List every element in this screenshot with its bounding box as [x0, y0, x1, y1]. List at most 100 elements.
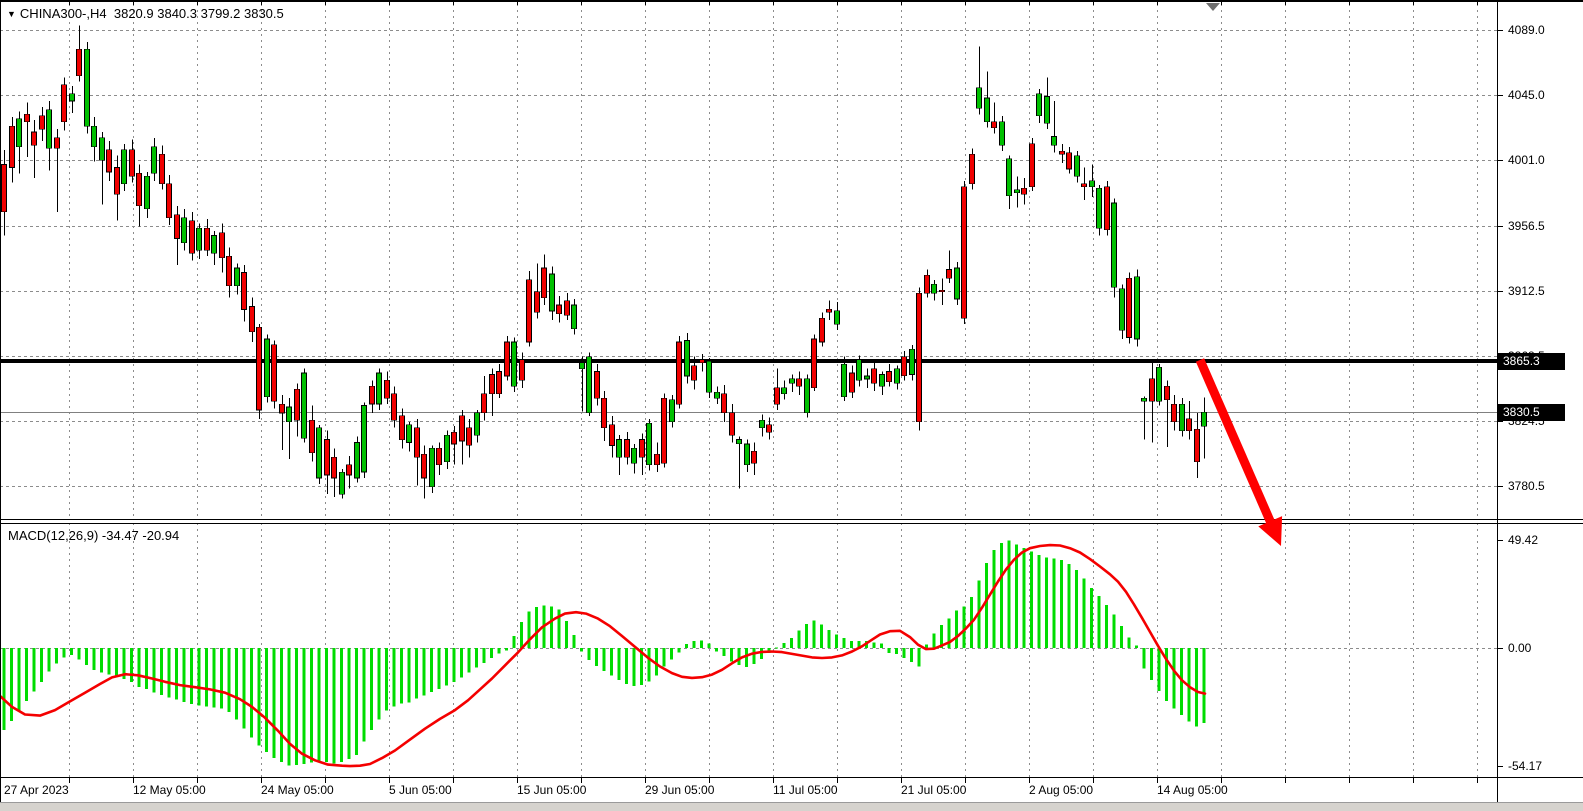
- price-marker-tag: 3830.5: [1498, 404, 1565, 421]
- time-axis-label: 5 Jun 05:00: [389, 783, 452, 798]
- macd-histogram-bar: [580, 648, 583, 651]
- macd-histogram-bar: [880, 644, 883, 648]
- macd-histogram-bar: [708, 643, 711, 648]
- macd-histogram-bar: [25, 648, 28, 701]
- time-axis-label: 15 Jun 05:00: [517, 783, 586, 798]
- macd-histogram-bar: [1173, 648, 1176, 708]
- macd-histogram-bar: [475, 648, 478, 668]
- macd-histogram-bar: [843, 638, 846, 648]
- macd-histogram-bar: [723, 648, 726, 656]
- symbol-title[interactable]: ▼ CHINA300-,H4 3820.9 3840.3 3799.2 3830.…: [7, 6, 284, 21]
- macd-histogram-bar: [190, 648, 193, 704]
- macd-histogram-bar: [1113, 615, 1116, 648]
- macd-histogram-bar: [633, 648, 636, 686]
- macd-axis-label: -54.17: [1508, 759, 1542, 774]
- macd-histogram-bar: [303, 648, 306, 764]
- macd-histogram-bar: [625, 648, 628, 684]
- macd-histogram-bar: [1038, 555, 1041, 648]
- chart-shift-marker-icon[interactable]: [1206, 3, 1220, 11]
- macd-histogram-bar: [430, 648, 433, 692]
- macd-histogram-bar: [1195, 648, 1198, 726]
- macd-histogram-bar: [520, 622, 523, 648]
- macd-histogram-bar: [1053, 559, 1056, 648]
- bottom-strip: [0, 802, 1583, 811]
- trend-arrow[interactable]: [1200, 360, 1282, 546]
- macd-histogram-bar: [535, 607, 538, 648]
- time-axis-label: 24 May 05:00: [261, 783, 334, 798]
- price-axis-label: 4001.0: [1508, 153, 1545, 168]
- macd-histogram-bar: [730, 648, 733, 662]
- macd-histogram-bar: [453, 648, 456, 682]
- macd-histogram-bar: [288, 648, 291, 766]
- macd-histogram-bar: [445, 648, 448, 685]
- price-axis-label: 3956.5: [1508, 219, 1545, 234]
- macd-histogram-bar: [550, 607, 553, 648]
- symbol-dropdown-icon[interactable]: ▼: [7, 9, 16, 19]
- macd-histogram-bar: [573, 635, 576, 648]
- macd-histogram-bar: [415, 648, 418, 699]
- macd-histogram-bar: [340, 648, 343, 762]
- macd-histogram-bar: [1158, 648, 1161, 691]
- macd-axis-label: 49.42: [1508, 533, 1538, 548]
- macd-histogram-bar: [370, 648, 373, 730]
- macd-histogram-bar: [610, 648, 613, 675]
- macd-histogram-bar: [115, 648, 118, 676]
- macd-histogram-bar: [1120, 626, 1123, 648]
- macd-histogram-bar: [468, 648, 471, 673]
- macd-histogram-bar: [183, 648, 186, 702]
- macd-histogram-bar: [738, 648, 741, 665]
- macd-histogram-bar: [1075, 570, 1078, 648]
- macd-histogram-bar: [18, 648, 21, 711]
- macd-histogram-bar: [265, 648, 268, 752]
- macd-histogram-bar: [588, 648, 591, 660]
- macd-histogram-bar: [153, 648, 156, 692]
- macd-histogram-bar: [888, 648, 891, 653]
- macd-histogram-bar: [685, 644, 688, 648]
- macd-histogram-bar: [648, 648, 651, 681]
- macd-histogram-bar: [1128, 637, 1131, 648]
- macd-histogram-bar: [1135, 645, 1138, 648]
- macd-indicator-label: MACD(12,26,9) -34.47 -20.94: [8, 528, 179, 543]
- macd-histogram-bar: [198, 648, 201, 705]
- macd-histogram-bar: [798, 631, 801, 648]
- time-axis-label: 12 May 05:00: [133, 783, 206, 798]
- macd-histogram-bar: [700, 641, 703, 648]
- macd-histogram-bar: [790, 638, 793, 648]
- macd-histogram-bar: [1203, 648, 1206, 723]
- macd-histogram-bar: [498, 648, 501, 653]
- macd-histogram-bar: [1068, 564, 1071, 648]
- time-axis-label: 21 Jul 05:00: [901, 783, 966, 798]
- candlestick-series[interactable]: [2, 26, 1207, 499]
- price-marker-tag: 3865.3: [1498, 353, 1565, 370]
- macd-histogram-bar: [333, 648, 336, 764]
- symbol-period-label: CHINA300-,H4: [20, 6, 107, 21]
- frame-top: [0, 0, 1583, 2]
- macd-histogram-bar: [775, 648, 778, 649]
- macd-histogram-bar: [55, 648, 58, 663]
- price-axis-label: 4045.0: [1508, 88, 1545, 103]
- macd-histogram-bar: [243, 648, 246, 729]
- macd-histogram-bar: [745, 648, 748, 667]
- macd-histogram-bar: [828, 630, 831, 648]
- macd-histogram-bar: [130, 648, 133, 682]
- macd-histogram-bar: [850, 641, 853, 648]
- macd-histogram-bar: [1008, 540, 1011, 648]
- macd-histogram-bar: [108, 648, 111, 675]
- macd-histogram-bar: [933, 633, 936, 648]
- time-axis-label: 14 Aug 05:00: [1157, 783, 1228, 798]
- time-axis-label: 29 Jun 05:00: [645, 783, 714, 798]
- macd-histogram-bar: [40, 648, 43, 682]
- macd-histogram-bar: [220, 648, 223, 709]
- macd-histogram-bar: [70, 648, 73, 655]
- macd-histogram-bar: [1023, 548, 1026, 648]
- macd-histogram-bar: [1090, 588, 1093, 648]
- macd-histogram-bar: [175, 648, 178, 699]
- macd-histogram-bar: [325, 648, 328, 762]
- macd-histogram-bar: [483, 648, 486, 663]
- title-ohlc-values: 3820.9 3840.3 3799.2 3830.5: [114, 6, 284, 21]
- macd-histogram-bar: [670, 648, 673, 659]
- macd-histogram-bar: [438, 648, 441, 689]
- macd-histogram-bar: [490, 648, 493, 658]
- chart-canvas[interactable]: [0, 0, 1583, 811]
- macd-histogram-bar: [820, 625, 823, 648]
